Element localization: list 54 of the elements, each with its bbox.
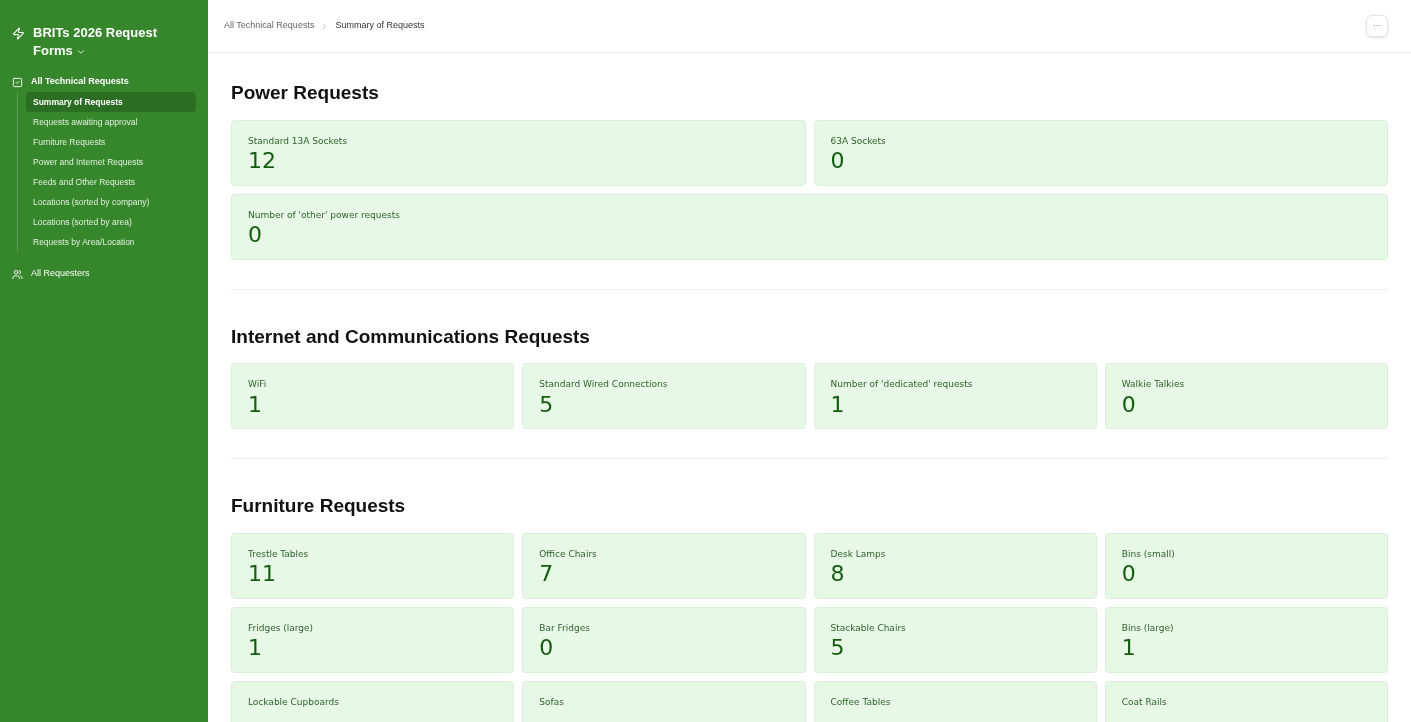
stat-value: 0 xyxy=(1121,391,1137,418)
more-button[interactable]: ··· xyxy=(1366,15,1388,37)
people-icon xyxy=(12,268,23,280)
stat-label: Lockable Cupboards xyxy=(248,695,340,709)
stat-label: Coat Rails xyxy=(1121,695,1168,709)
stat-label: Standard 13A Sockets xyxy=(248,134,349,148)
stat-label: Walkie Talkies xyxy=(1121,378,1186,391)
stat-label: Fridges (large) xyxy=(248,621,315,635)
stat-label: Trestle Tables xyxy=(248,547,310,561)
stat-label: Desk Lamps xyxy=(830,547,887,561)
stat-value: 1 xyxy=(830,391,846,418)
breadcrumb-link[interactable]: Summary of Requests xyxy=(335,19,425,33)
sidebar-item[interactable]: Requests awaiting approval xyxy=(26,112,196,132)
stat-value: 1 xyxy=(248,391,263,418)
stat-value: 5 xyxy=(539,391,555,418)
stat-label: WiFi xyxy=(248,378,268,391)
workspace-title[interactable]: BRITs 2026 Request Forms xyxy=(33,24,196,60)
sidebar-item[interactable]: Locations (sorted by company) xyxy=(26,192,196,212)
section-heading: Furniture Requests xyxy=(231,494,407,518)
checkbox-icon xyxy=(12,76,23,88)
stat-value: 8 xyxy=(830,561,846,587)
breadcrumb-link[interactable]: All Technical Requests xyxy=(224,19,315,33)
stat-label: Bins (large) xyxy=(1121,621,1175,635)
stat-label: Bar Fridges xyxy=(539,621,591,635)
stat-value: 0 xyxy=(1121,561,1137,587)
stat-value: 1 xyxy=(1121,635,1137,661)
section-heading: Power Requests xyxy=(231,81,380,105)
stat-label: Stackable Chairs xyxy=(830,621,907,635)
stat-label: Number of 'dedicated' requests xyxy=(830,378,974,391)
sidebar-item[interactable]: Feeds and Other Requests xyxy=(26,172,196,192)
stat-value: 0 xyxy=(539,635,555,661)
stat-value: 7 xyxy=(539,561,555,587)
stat-value: 0 xyxy=(248,222,263,248)
sidebar-item[interactable]: Furniture Requests xyxy=(26,132,196,152)
lightning-icon xyxy=(12,27,25,40)
section-heading: Internet and Communications Requests xyxy=(231,324,591,349)
sidebar-item[interactable]: Locations (sorted by area) xyxy=(26,212,196,232)
stat-value: 1 xyxy=(248,635,263,661)
sidebar-item[interactable]: Summary of Requests xyxy=(26,92,196,112)
stat-label: Number of 'other' power requests xyxy=(248,208,401,222)
stat-label: Bins (small) xyxy=(1121,547,1176,561)
stat-label: Coffee Tables xyxy=(830,695,892,709)
stat-value: 12 xyxy=(248,148,277,174)
stat-value: 11 xyxy=(248,561,277,587)
stat-label: Sofas xyxy=(539,695,565,709)
stat-label: 63A Sockets xyxy=(830,134,887,148)
stat-label: Standard Wired Connections xyxy=(539,378,669,391)
sidebar-item[interactable]: Requests by Area/Location xyxy=(26,232,196,252)
stat-label: Office Chairs xyxy=(539,547,598,561)
stat-value: 0 xyxy=(830,148,846,174)
stat-value: 5 xyxy=(830,635,846,661)
sidebar-group[interactable]: All Technical Requests xyxy=(31,75,129,89)
sidebar-group[interactable]: All Requesters xyxy=(31,267,90,281)
sidebar-item[interactable]: Power and Internet Requests xyxy=(26,152,196,172)
